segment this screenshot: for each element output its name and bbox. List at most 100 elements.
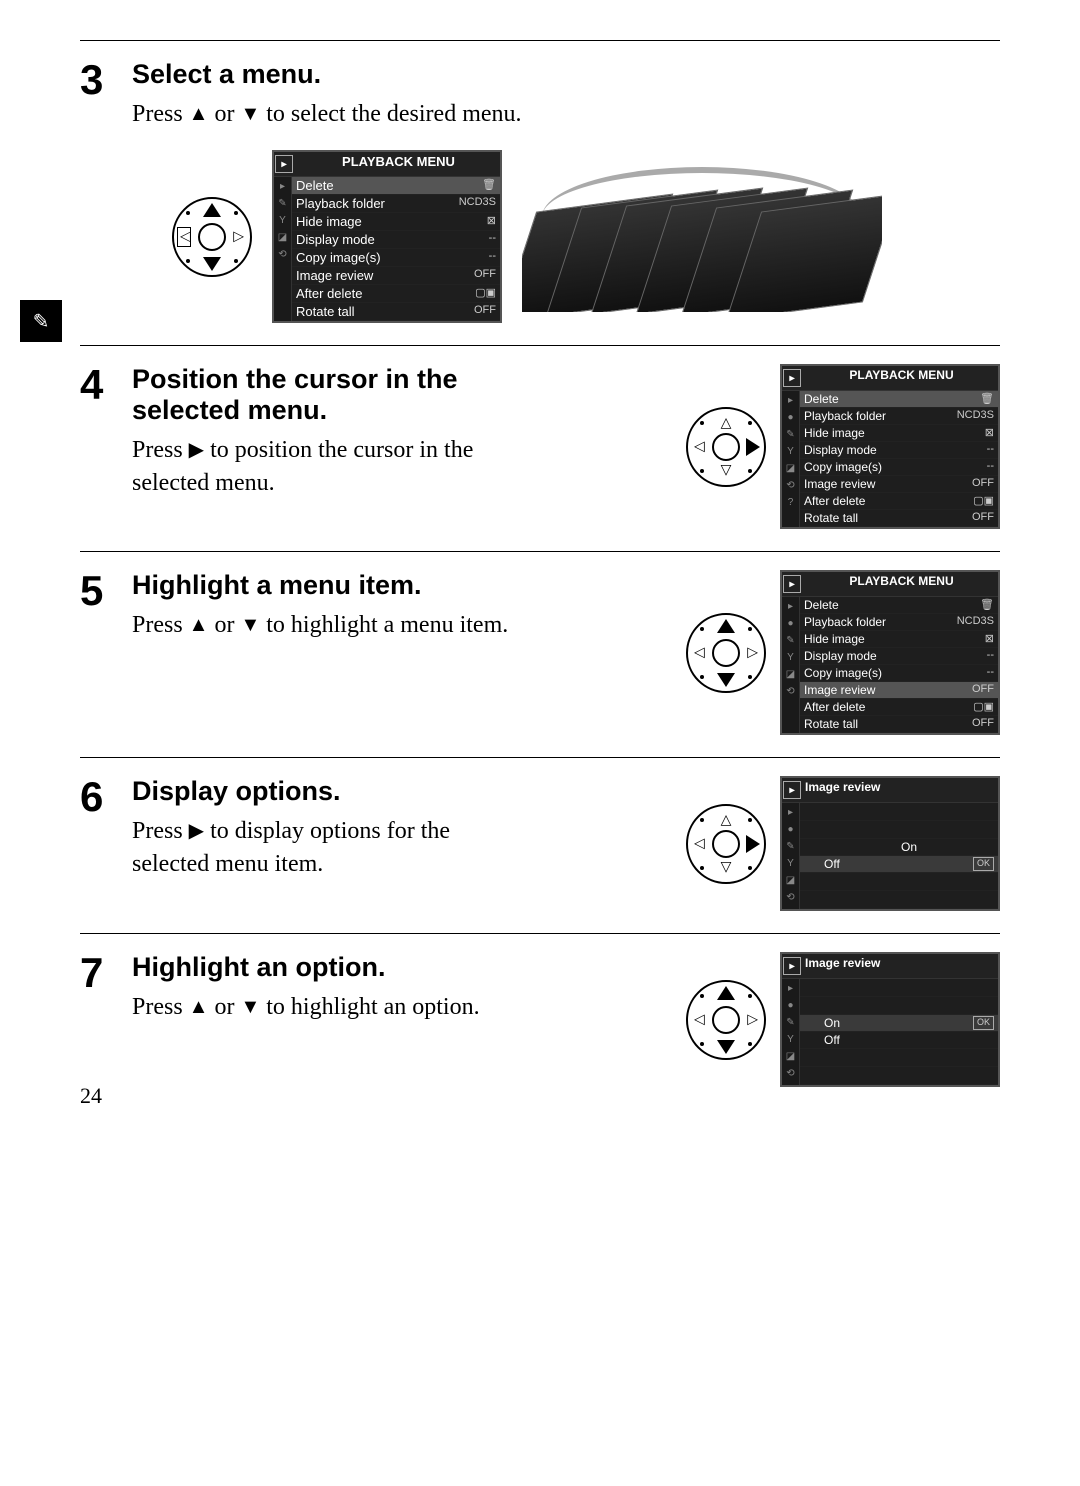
menu-row: Delete🗑 [800,597,998,614]
menu-row: Image reviewOFF [292,267,500,285]
step-title: Highlight a menu item. [132,570,512,601]
menu-row: After delete▢▣ [292,285,500,303]
step-title: Select a menu. [132,59,1000,90]
section-tab-icon: ✎ [20,300,62,342]
right-triangle-icon: ▶ [189,439,204,461]
image-review-options-screenshot-on: ▸Image review ▸●✎Y◪⟲ OnOK Off [780,952,1000,1087]
dpad-illustration-updown: ◁ ▷ [686,613,766,693]
option-row: On [800,839,998,856]
option-row-highlighted: OffOK [800,856,998,873]
text-fragment: Press [132,437,189,463]
menu-row: Rotate tallOFF [292,303,500,321]
menu-row: Copy image(s)-- [292,249,500,267]
down-triangle-icon: ▼ [240,614,260,636]
option-row-highlighted: OnOK [800,1015,998,1032]
menu-row: Playback folderNCD3S [292,195,500,213]
text-fragment: or [208,994,240,1020]
step-instruction: Press ▲ or ▼ to highlight a menu item. [132,609,512,641]
step-5: 5 Highlight a menu item. Press ▲ or ▼ to… [80,570,1000,735]
menu-row-blank [800,1049,998,1067]
step-instruction: Press ▶ to position the cursor in the se… [132,434,512,499]
step-title: Position the cursor in the selected menu… [132,364,512,426]
menu-row: Image reviewOFF [800,476,998,493]
menu-sidebar-icons: ▸●✎Y◪⟲ [782,979,800,1085]
dpad-illustration-right: △ ▽ ◁ [686,804,766,884]
dpad-illustration-updown: ◁ ▷ [686,980,766,1060]
step-divider [80,345,1000,346]
step-7: 7 Highlight an option. Press ▲ or ▼ to h… [80,952,1000,1087]
menu-row: Display mode-- [800,442,998,459]
menu-title: Image review [805,956,880,976]
step-title: Highlight an option. [132,952,512,983]
menu-row: After delete▢▣ [800,699,998,716]
menu-row: Display mode-- [800,648,998,665]
step-divider [80,933,1000,934]
menu-title: PLAYBACK MENU [805,368,998,388]
playback-menu-screenshot: ▸PLAYBACK MENU ▸●✎Y◪⟲? Delete🗑 Playback … [780,364,1000,529]
step-4: 4 Position the cursor in the selected me… [80,364,1000,529]
menu-row-highlighted: Image reviewOFF [800,682,998,699]
step-number: 7 [80,952,116,1087]
up-triangle-icon: ▲ [189,996,209,1018]
play-icon: ▸ [783,369,801,387]
menu-row-blank [800,803,998,821]
menu-row-blank [800,891,998,909]
menu-row: Playback folderNCD3S [800,408,998,425]
play-icon: ▸ [275,155,293,173]
menu-sidebar-icons: ▸●✎Y◪⟲? [782,391,800,527]
step-number: 5 [80,570,116,735]
menu-row: Hide image⊠ [800,425,998,442]
text-fragment: or [208,101,240,127]
step-number: 4 [80,364,116,529]
step-3: 3 Select a menu. Press ▲ or ▼ to select … [80,59,1000,323]
menu-title: PLAYBACK MENU [805,574,998,594]
menu-row: Delete🗑 [800,391,998,408]
menu-row: Copy image(s)-- [800,459,998,476]
step-title: Display options. [132,776,512,807]
menu-row: Rotate tallOFF [800,510,998,527]
menu-sidebar-icons: ▸●✎Y◪⟲ [782,803,800,909]
menu-row: Hide image⊠ [800,631,998,648]
menu-row: Playback folderNCD3S [800,614,998,631]
text-fragment: or [208,612,240,638]
menu-title: PLAYBACK MENU [297,154,500,174]
play-icon: ▸ [783,575,801,593]
step-divider [80,757,1000,758]
menu-row: Hide image⊠ [292,213,500,231]
up-triangle-icon: ▲ [189,614,209,636]
play-icon: ▸ [783,781,801,799]
menu-row: Delete🗑 [292,177,500,195]
step-6: 6 Display options. Press ▶ to display op… [80,776,1000,911]
menu-row: After delete▢▣ [800,493,998,510]
page-number: 24 [80,1083,102,1109]
down-triangle-icon: ▼ [240,996,260,1018]
step-number: 6 [80,776,116,911]
menu-sidebar-icons: ▸✎Y◪⟲ [274,177,292,321]
text-fragment: Press [132,101,189,127]
menu-title: Image review [805,780,880,800]
menu-row-blank [800,821,998,839]
menu-row-blank [800,873,998,891]
text-fragment: Press [132,994,189,1020]
down-triangle-icon: ▼ [240,103,260,125]
menu-sidebar-icons: ▸●✎Y◪⟲ [782,597,800,733]
option-row: Off [800,1032,998,1049]
menu-row-blank [800,997,998,1015]
dpad-illustration-right: △ ▽ ◁ [686,407,766,487]
text-fragment: to highlight an option. [260,994,479,1020]
step-instruction: Press ▶ to display options for the selec… [132,815,512,880]
up-triangle-icon: ▲ [189,103,209,125]
menu-row-blank [800,979,998,997]
playback-menu-screenshot-highlight: ▸PLAYBACK MENU ▸●✎Y◪⟲ Delete🗑 Playback f… [780,570,1000,735]
playback-menu-screenshot: ▸PLAYBACK MENU ▸✎Y◪⟲ Delete🗑 Playback fo… [272,150,502,323]
dpad-illustration-updown: ◁ ▷ [172,197,252,277]
text-fragment: Press [132,818,189,844]
step-divider [80,551,1000,552]
top-divider [80,40,1000,41]
step-instruction: Press ▲ or ▼ to select the desired menu. [132,98,1000,130]
menu-row: Display mode-- [292,231,500,249]
menu-cascade-illustration [522,162,882,312]
text-fragment: to highlight a menu item. [260,612,508,638]
text-fragment: Press [132,612,189,638]
menu-row-blank [800,1067,998,1085]
